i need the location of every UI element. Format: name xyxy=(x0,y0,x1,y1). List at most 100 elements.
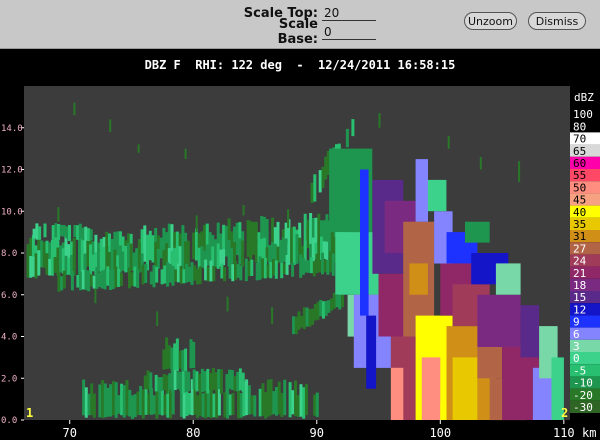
legend-label: -30 xyxy=(573,401,593,414)
echo-sliver xyxy=(326,259,330,275)
echo-sliver xyxy=(223,392,227,418)
echo-sliver xyxy=(195,228,198,261)
echo-sliver xyxy=(163,265,167,284)
echo-sliver xyxy=(51,225,55,240)
echo-sliver xyxy=(152,395,156,415)
echo-sliver xyxy=(331,253,335,276)
echo-sliver xyxy=(280,392,284,417)
echo-cell xyxy=(452,357,478,420)
echo-sliver xyxy=(272,259,275,276)
echo-sliver xyxy=(196,268,199,285)
echo-sliver xyxy=(321,252,324,275)
echo-sliver xyxy=(285,255,289,275)
echo-sliver xyxy=(258,388,262,417)
echo-sliver xyxy=(261,383,265,416)
echo-sliver xyxy=(332,292,336,309)
echo-sliver xyxy=(106,266,110,286)
echo-sliver xyxy=(258,256,262,280)
echo-sliver xyxy=(131,395,134,419)
legend-label: -10 xyxy=(573,377,593,390)
echo-sliver xyxy=(133,266,137,287)
y-tick-label: 6.0 xyxy=(1,291,17,301)
echo-sliver xyxy=(246,220,250,257)
echo-sliver xyxy=(203,371,207,392)
echo-sliver xyxy=(78,247,82,275)
echo-sliver xyxy=(114,266,118,288)
echo-sliver xyxy=(297,311,301,330)
echo-sliver xyxy=(99,251,103,273)
echo-sliver xyxy=(252,221,255,255)
echo-sliver xyxy=(103,269,107,290)
echo-sliver xyxy=(204,259,208,281)
echo-sliver xyxy=(67,257,71,275)
echo-sliver xyxy=(255,262,259,281)
echo-sliver xyxy=(144,263,148,283)
echo-sliver xyxy=(225,374,229,394)
echo-cell xyxy=(335,232,379,295)
echo-sliver xyxy=(313,394,317,416)
clutter-speck xyxy=(479,157,482,170)
echo-sliver xyxy=(101,380,105,418)
legend-label: 55 xyxy=(573,169,586,182)
echo-sliver xyxy=(92,393,96,418)
clutter-speck xyxy=(287,209,290,228)
y-tick-label: 2.0 xyxy=(1,374,17,384)
echo-sliver xyxy=(233,376,237,392)
echo-sliver xyxy=(84,270,88,291)
legend-label: 24 xyxy=(573,255,587,268)
echo-sliver xyxy=(157,377,161,392)
echo-sliver xyxy=(261,258,265,278)
echo-sliver xyxy=(307,260,311,273)
echo-sliver xyxy=(167,345,171,369)
x-tick-label: 80 xyxy=(186,426,200,440)
echo-sliver xyxy=(280,262,284,279)
echo-sliver xyxy=(50,258,54,276)
echo-sliver xyxy=(57,272,61,292)
echo-sliver xyxy=(125,380,129,416)
echo-sliver xyxy=(217,369,221,390)
echo-sliver xyxy=(299,254,303,278)
legend-label: 27 xyxy=(573,242,586,255)
echo-sliver xyxy=(318,170,322,193)
echo-sliver xyxy=(222,249,226,266)
y-tick-label: 12.0 xyxy=(1,166,23,176)
echo-sliver xyxy=(291,390,295,415)
x-unit-label: km xyxy=(582,426,596,440)
echo-sliver xyxy=(195,371,199,392)
echo-sliver xyxy=(216,243,220,269)
echo-sliver xyxy=(181,349,185,372)
legend-label: 3 xyxy=(573,340,580,353)
echo-sliver xyxy=(200,246,204,268)
echo-sliver xyxy=(170,347,174,372)
rhi-chart[interactable]: 70 80 90 100 1100.02.04.06.08.010.012.014.0 … xyxy=(0,0,600,440)
echo-sliver xyxy=(62,270,66,289)
echo-sliver xyxy=(230,370,234,390)
echo-sliver xyxy=(87,270,91,292)
echo-sliver xyxy=(160,377,164,391)
echo-sliver xyxy=(53,257,57,273)
echo-sliver xyxy=(322,301,325,319)
echo-sliver xyxy=(171,266,175,286)
echo-sliver xyxy=(152,265,156,288)
echo-sliver xyxy=(62,225,66,237)
echo-sliver xyxy=(196,395,200,418)
echo-sliver xyxy=(296,395,300,417)
echo-sliver xyxy=(84,226,88,241)
clutter-speck xyxy=(271,307,274,324)
corner-label-left: 1 xyxy=(26,406,33,420)
echo-sliver xyxy=(295,234,299,264)
echo-sliver xyxy=(212,265,216,282)
echo-sliver xyxy=(224,225,228,257)
echo-sliver xyxy=(310,182,314,203)
echo-sliver xyxy=(173,343,177,370)
y-tick-label: 4.0 xyxy=(1,333,17,343)
echo-sliver xyxy=(168,263,172,283)
echo-cell xyxy=(520,305,540,358)
echo-sliver xyxy=(98,272,102,288)
corner-label-right: 2 xyxy=(561,406,568,420)
echo-cell xyxy=(390,367,404,420)
legend-label: 80 xyxy=(573,120,586,133)
echo-sliver xyxy=(290,242,294,263)
echo-sliver xyxy=(81,269,85,290)
echo-sliver xyxy=(277,381,281,415)
